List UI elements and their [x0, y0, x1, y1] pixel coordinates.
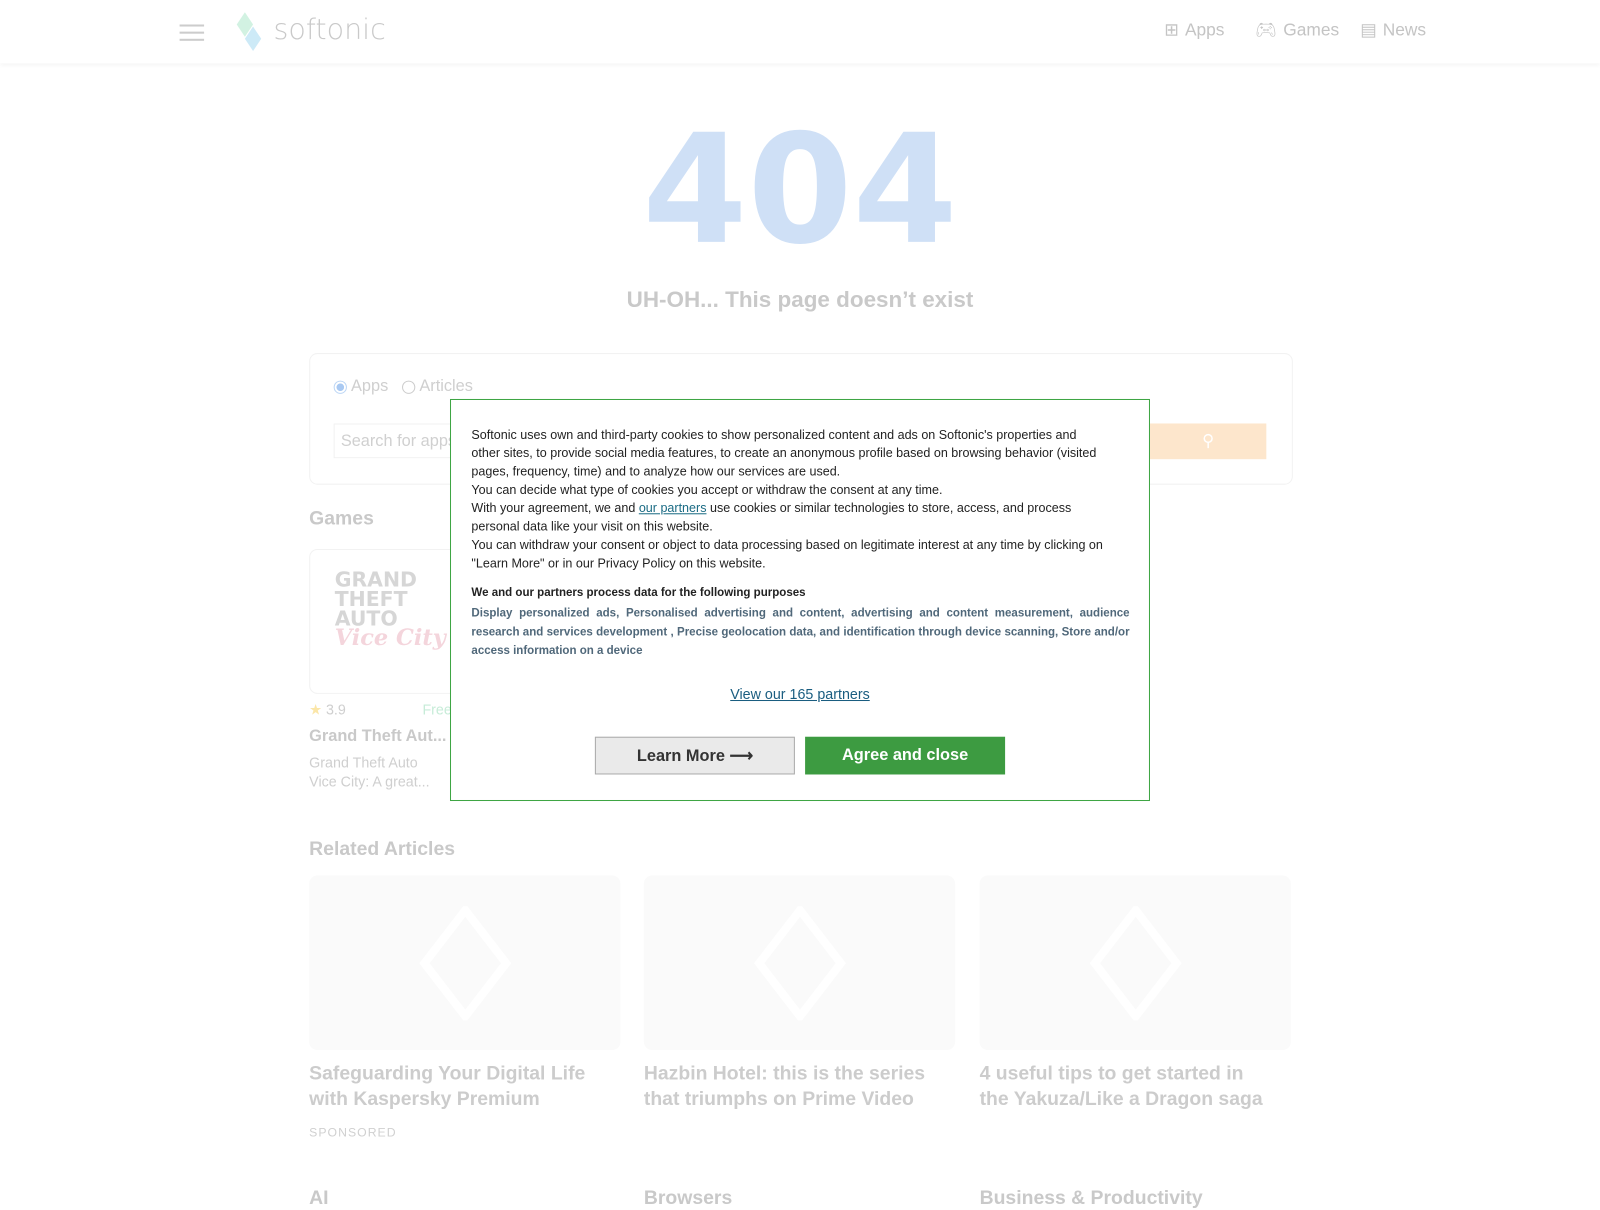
- error-message: UH-OH... This page doesn’t exist: [626, 286, 974, 313]
- nav-games[interactable]: 🎮︎ Games: [1255, 20, 1339, 40]
- softonic-placeholder-icon: [419, 906, 512, 1021]
- category-heading: Business & Productivity: [979, 1187, 1203, 1210]
- radio-apps-label: Apps: [351, 377, 389, 395]
- game-desc-line2: Vice City: A great...: [309, 773, 430, 790]
- nav-apps[interactable]: ⊞ Apps: [1164, 20, 1224, 40]
- radio-articles-label: Articles: [419, 377, 473, 395]
- softonic-placeholder-icon: [754, 906, 846, 1021]
- article-image-placeholder[interactable]: [979, 875, 1291, 1050]
- games-heading: Games: [309, 508, 374, 530]
- article-title[interactable]: Safeguarding Your Digital Life with Kasp…: [309, 1061, 605, 1112]
- article-title[interactable]: 4 useful tips to get started in the Yaku…: [980, 1061, 1276, 1112]
- sponsored-tag: SPONSORED: [309, 1125, 397, 1140]
- purposes-list: Display personalized ads, Personalised a…: [471, 607, 1130, 658]
- rating-value: 3.9: [325, 701, 346, 718]
- softonic-logo[interactable]: softonic: [273, 12, 385, 46]
- purposes-heading: We and our partners process data for the…: [471, 586, 806, 599]
- search-button[interactable]: ⚲: [1149, 423, 1267, 460]
- radio-apps[interactable]: Apps: [333, 377, 389, 396]
- nav-apps-label: Apps: [1184, 20, 1225, 40]
- search-icon: ⚲: [1202, 432, 1215, 450]
- cookie-consent-dialog: Softonic uses own and third-party cookie…: [449, 398, 1150, 802]
- category-heading: Browsers: [643, 1187, 733, 1210]
- category-heading: AI: [309, 1187, 329, 1210]
- game-price: Free: [422, 701, 452, 718]
- radio-articles[interactable]: Articles: [402, 378, 473, 396]
- consent-text: Softonic uses own and third-party cookie…: [471, 426, 1104, 573]
- gta-vice-city-logo: GRAND THEFT AUTO Vice City: [334, 567, 446, 652]
- view-partners-link[interactable]: View our 165 partners: [451, 686, 1149, 702]
- softonic-placeholder-icon: [1089, 906, 1182, 1021]
- game-title[interactable]: Grand Theft Aut...: [309, 728, 446, 746]
- nav-news[interactable]: ▤ News: [1360, 20, 1426, 40]
- nav-news-label: News: [1382, 20, 1427, 40]
- article-title[interactable]: Hazbin Hotel: this is the series that tr…: [644, 1061, 940, 1112]
- softonic-logo-icon[interactable]: [233, 12, 266, 53]
- site-header: softonic ⊞ Apps 🎮︎ Games ▤ News: [0, 0, 1600, 64]
- article-image-placeholder[interactable]: [643, 875, 956, 1050]
- game-desc-line1: Grand Theft Auto: [309, 754, 418, 771]
- game-description: Grand Theft Auto Vice City: A great...: [309, 753, 429, 792]
- article-image-placeholder[interactable]: [309, 875, 621, 1050]
- game-card-image[interactable]: GRAND THEFT AUTO Vice City: [309, 548, 465, 694]
- learn-more-button[interactable]: Learn More ⟶: [594, 736, 795, 775]
- nav-games-label: Games: [1283, 20, 1340, 40]
- consent-paragraph: You can decide what type of cookies you …: [471, 482, 943, 497]
- gamepad-icon: 🎮︎: [1255, 20, 1278, 40]
- hamburger-menu-icon[interactable]: [179, 24, 205, 41]
- game-rating: ★ 3.9: [309, 701, 346, 718]
- agree-and-close-button[interactable]: Agree and close: [805, 736, 1006, 775]
- consent-paragraph: Softonic uses own and third-party cookie…: [471, 427, 1097, 479]
- newspaper-icon: ▤: [1360, 20, 1377, 40]
- our-partners-link[interactable]: our partners: [639, 501, 707, 515]
- consent-paragraph: With your agreement, we and: [471, 501, 639, 516]
- star-icon: ★: [309, 701, 322, 718]
- apps-grid-icon: ⊞: [1164, 20, 1179, 40]
- error-code: 404: [642, 102, 958, 278]
- related-articles-heading: Related Articles: [309, 838, 456, 861]
- consent-paragraph: You can withdraw your consent or object …: [471, 537, 1103, 571]
